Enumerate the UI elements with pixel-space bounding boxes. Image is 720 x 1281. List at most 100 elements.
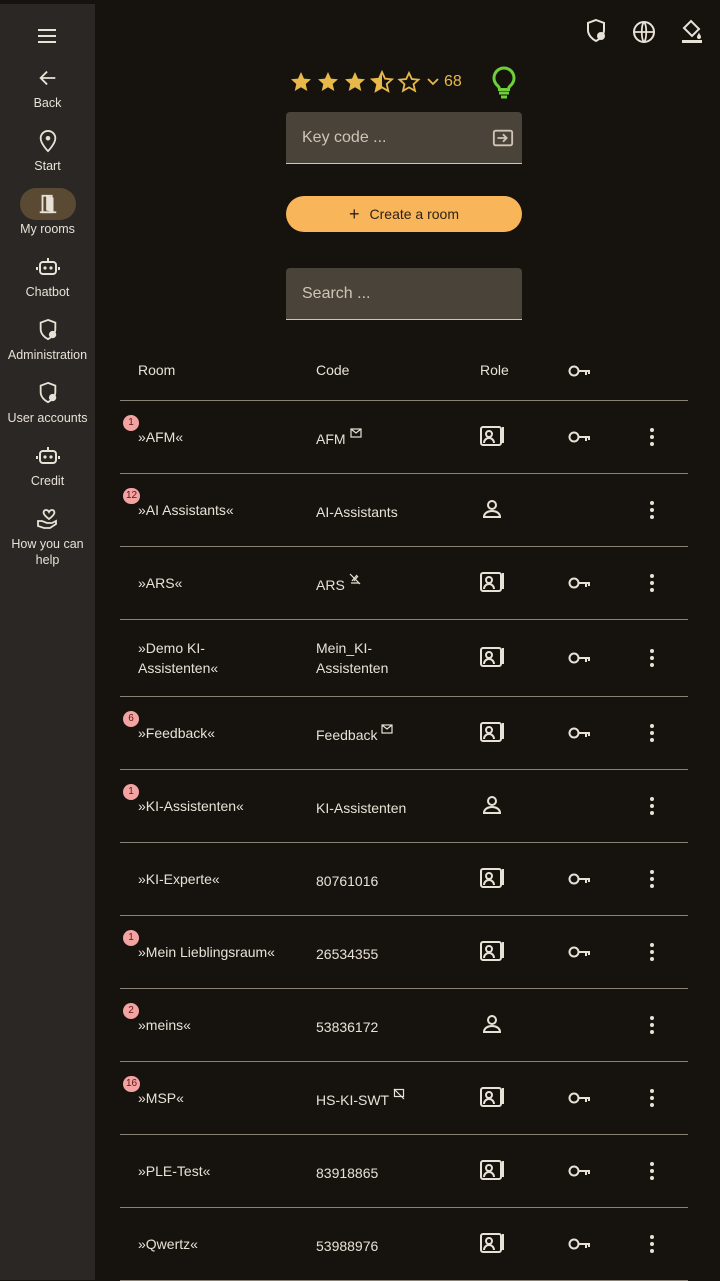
room-code-text: ARS [316,577,345,593]
key-icon[interactable] [568,430,592,444]
table-row[interactable]: »PLE-Test« 83918865 [120,1135,688,1208]
star-full-icon [289,70,313,94]
participant-role-icon [478,792,506,820]
top-actions [584,18,704,44]
key-code-field [286,112,522,164]
nav-item-credit[interactable]: Credit [0,440,95,489]
star-half-icon [370,70,394,94]
room-code: AFM [316,428,466,449]
robot-icon [35,256,60,278]
more-options-icon[interactable] [642,425,662,449]
chevron-down-icon [426,75,440,89]
more-options-icon[interactable] [642,498,662,522]
more-options-icon[interactable] [642,571,662,595]
admin-shield-icon [37,318,59,342]
table-row[interactable]: »KI-Experte« 80761016 [120,843,688,916]
table-row[interactable]: »Qwertz« 53988976 [120,1208,688,1281]
room-code: AI-Assistants [316,502,466,522]
key-icon[interactable] [568,651,592,665]
key-icon[interactable] [568,872,592,886]
room-name[interactable]: »KI-Assistenten« [138,796,298,816]
more-options-icon[interactable] [642,1159,662,1183]
room-name[interactable]: »Feedback« [138,723,298,743]
unread-badge: 1 [123,930,139,946]
table-row[interactable]: 16 »MSP« HS-KI-SWT [120,1062,688,1135]
room-code-text: 53988976 [316,1238,379,1254]
column-header-code[interactable]: Code [316,362,349,378]
key-icon[interactable] [568,576,592,590]
key-icon[interactable] [568,1091,592,1105]
mail-icon [381,723,394,735]
table-row[interactable]: »Demo KI-Assistenten« Mein_KI-Assistenten [120,620,688,697]
more-options-icon[interactable] [642,940,662,964]
moderator-role-icon [478,719,506,747]
nav-item-start[interactable]: Start [0,125,95,174]
more-options-icon[interactable] [642,1086,662,1110]
admin-shield-icon[interactable] [584,18,608,44]
room-name[interactable]: »Mein Lieblingsraum« [138,942,298,962]
unread-badge: 1 [123,415,139,431]
chat-off-icon [393,1088,405,1100]
key-icon[interactable] [568,1164,592,1178]
room-name[interactable]: »PLE-Test« [138,1161,298,1181]
room-code-text: 80761016 [316,873,379,889]
more-options-icon[interactable] [642,646,662,670]
room-code: 53836172 [316,1017,466,1037]
column-header-key-icon[interactable] [568,364,592,378]
table-header: Room Code Role [120,342,688,401]
globe-icon[interactable] [632,18,656,44]
room-name[interactable]: »AFM« [138,427,298,447]
more-options-icon[interactable] [642,1013,662,1037]
column-header-role[interactable]: Role [480,362,509,378]
table-row[interactable]: 1 »KI-Assistenten« KI-Assistenten [120,770,688,843]
nav-item-administration[interactable]: Administration [0,314,95,363]
search-input[interactable] [286,268,522,319]
table-row[interactable]: 12 »AI Assistants« AI-Assistants [120,474,688,547]
moderator-role-icon [478,644,506,672]
nav-item-my-rooms[interactable]: My rooms [0,188,95,237]
moderator-role-icon [478,938,506,966]
navigation-rail: Back Start My rooms Chatbot Administrati… [0,4,95,1280]
menu-icon[interactable] [36,26,60,46]
table-row[interactable]: 2 »meins« 53836172 [120,989,688,1062]
user-shield-icon [37,381,59,405]
more-options-icon[interactable] [642,794,662,818]
location-pin-icon [37,129,59,153]
room-code-text: AFM [316,431,346,447]
nav-item-back[interactable]: Back [0,62,95,111]
create-room-button[interactable]: + Create a room [286,196,522,232]
enter-icon[interactable] [492,127,514,149]
nav-item-chatbot[interactable]: Chatbot [0,251,95,300]
room-code-text: AI-Assistants [316,504,398,520]
key-icon[interactable] [568,1237,592,1251]
table-row[interactable]: 6 »Feedback« Feedback [120,697,688,770]
room-name[interactable]: »ARS« [138,573,298,593]
table-row[interactable]: 1 »AFM« AFM [120,401,688,474]
key-icon[interactable] [568,945,592,959]
rating-count: 68 [444,73,462,90]
table-row[interactable]: »ARS« ARS [120,547,688,620]
nav-item-how-you-can-help[interactable]: How you can help [0,503,95,568]
room-name[interactable]: »meins« [138,1015,298,1035]
lightbulb-icon[interactable] [490,65,518,99]
room-name[interactable]: »KI-Experte« [138,869,298,889]
more-options-icon[interactable] [642,721,662,745]
star-empty-icon [397,70,421,94]
more-options-icon[interactable] [642,1232,662,1256]
room-name[interactable]: »AI Assistants« [138,500,298,520]
room-code: Feedback [316,723,466,745]
key-icon[interactable] [568,726,592,740]
paint-bucket-icon[interactable] [680,18,704,44]
key-code-input[interactable] [286,112,522,163]
room-code-text: 83918865 [316,1165,379,1181]
rating[interactable]: 68 [289,70,462,94]
nav-label: Credit [30,474,65,488]
room-name[interactable]: »Qwertz« [138,1234,298,1254]
more-options-icon[interactable] [642,867,662,891]
room-name[interactable]: »MSP« [138,1088,298,1108]
star-full-icon [316,70,340,94]
column-header-room[interactable]: Room [138,362,175,378]
nav-item-user-accounts[interactable]: User accounts [0,377,95,426]
table-row[interactable]: 1 »Mein Lieblingsraum« 26534355 [120,916,688,989]
room-name[interactable]: »Demo KI-Assistenten« [138,638,238,678]
